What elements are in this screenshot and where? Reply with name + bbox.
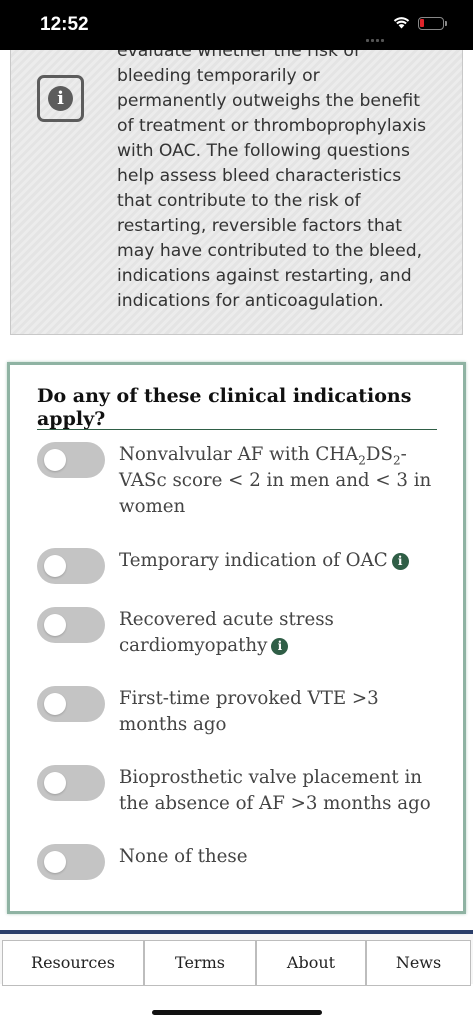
toggle-switch[interactable] bbox=[37, 844, 105, 880]
signal-icon bbox=[366, 27, 386, 46]
nav-news[interactable]: News bbox=[366, 940, 471, 986]
battery-icon bbox=[418, 17, 447, 30]
option-label: Bioprosthetic valve placement in the abs… bbox=[119, 767, 431, 814]
option-label: Temporary indication of OAC i bbox=[119, 548, 433, 574]
nav-about[interactable]: About bbox=[256, 940, 366, 986]
nav-resources[interactable]: Resources bbox=[2, 940, 144, 986]
toggle-switch[interactable] bbox=[37, 765, 105, 801]
wifi-icon bbox=[393, 17, 410, 29]
info-icon[interactable]: i bbox=[271, 638, 289, 655]
question-card: Do any of these clinical indications app… bbox=[7, 362, 466, 914]
bottom-nav: Resources Terms About News bbox=[0, 930, 473, 986]
home-indicator[interactable] bbox=[152, 1010, 322, 1015]
info-icon: i bbox=[37, 75, 84, 122]
info-text: evaluate whether the risk of bleeding te… bbox=[117, 50, 427, 311]
option-label: First-time provoked VTE >3 months ago bbox=[119, 688, 379, 735]
question-title: Do any of these clinical indications app… bbox=[37, 385, 412, 430]
info-icon[interactable]: i bbox=[391, 553, 409, 570]
toggle-switch[interactable] bbox=[37, 548, 105, 584]
status-bar: 12:52 bbox=[0, 0, 473, 50]
option-label: Nonvalvular AF with CHA2DS2-VASc score <… bbox=[119, 444, 432, 517]
title-divider bbox=[37, 429, 437, 430]
toggle-switch[interactable] bbox=[37, 442, 105, 478]
nav-terms[interactable]: Terms bbox=[144, 940, 256, 986]
toggle-switch[interactable] bbox=[37, 686, 105, 722]
status-time: 12:52 bbox=[40, 14, 89, 35]
option-label: None of these bbox=[119, 846, 248, 867]
info-panel: i evaluate whether the risk of bleeding … bbox=[10, 50, 463, 335]
option-label: Recovered acute stress cardiomyopathy i bbox=[119, 609, 334, 656]
toggle-switch[interactable] bbox=[37, 607, 105, 643]
